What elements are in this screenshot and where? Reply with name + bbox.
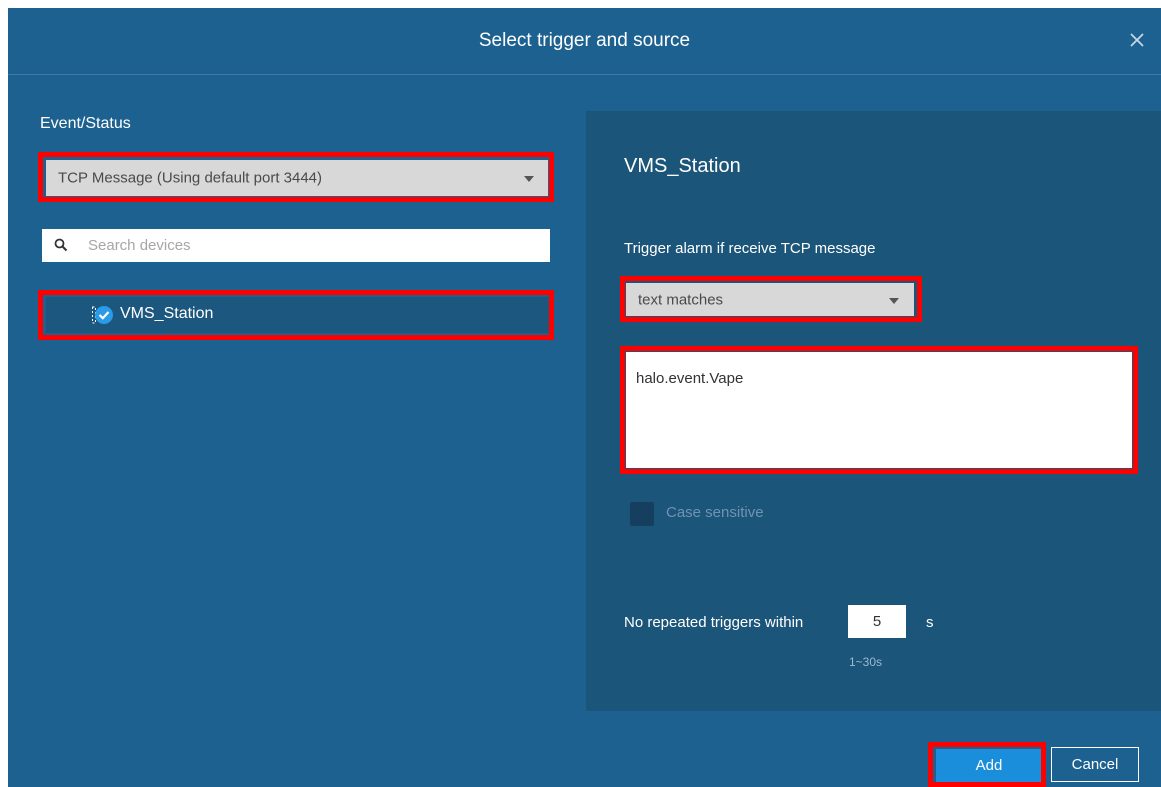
selected-device-title: VMS_Station <box>624 155 741 177</box>
trigger-alarm-label: Trigger alarm if receive TCP message <box>624 240 876 257</box>
case-sensitive-checkbox[interactable] <box>630 502 654 526</box>
repeat-range-hint: 1~30s <box>849 655 883 669</box>
case-sensitive-label: Case sensitive <box>666 504 764 521</box>
search-input[interactable] <box>88 229 528 262</box>
dialog-title: Select trigger and source <box>478 30 691 51</box>
select-trigger-dialog: Select trigger and source Event/Status T… <box>8 8 1161 787</box>
repeat-trigger-label: No repeated triggers within <box>624 614 804 631</box>
cancel-button[interactable]: Cancel <box>1051 747 1139 782</box>
search-icon <box>54 238 68 252</box>
dialog-header: Select trigger and source <box>8 8 1161 75</box>
repeat-seconds-input[interactable]: 5 <box>848 605 906 638</box>
highlight-add-button <box>928 742 1046 787</box>
search-devices-box[interactable] <box>42 229 550 262</box>
highlight-device-item <box>38 290 554 340</box>
event-status-label: Event/Status <box>40 115 131 132</box>
highlight-message-text <box>620 346 1138 474</box>
highlight-match-select <box>620 276 922 322</box>
highlight-event-select <box>38 152 554 202</box>
close-icon[interactable] <box>1123 26 1151 54</box>
repeat-unit-label: s <box>926 614 934 631</box>
